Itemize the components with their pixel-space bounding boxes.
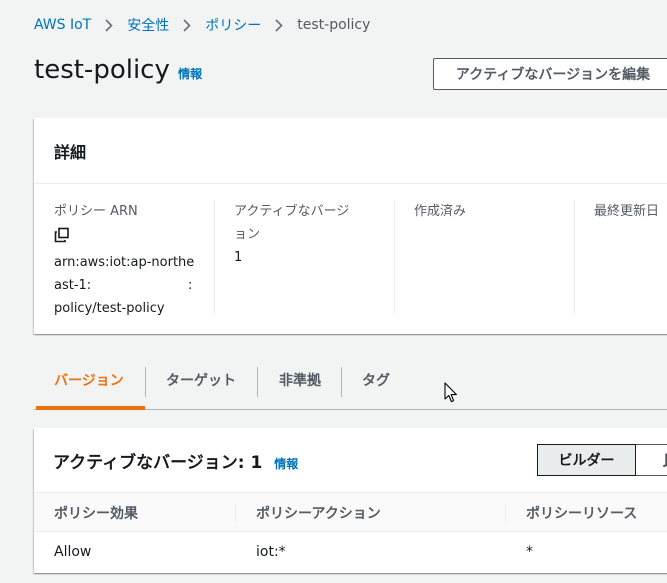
column-divider [574, 200, 575, 314]
breadcrumb-aws-iot[interactable]: AWS IoT [34, 17, 91, 33]
column-header-effect: ポリシー効果 [54, 506, 138, 522]
info-link[interactable]: 情報 [274, 457, 298, 471]
cell-resource: * [526, 544, 533, 560]
active-version-value: 1 [234, 250, 243, 265]
policy-arn-line-1: arn:aws:iot:ap-northe [54, 255, 195, 270]
active-version-title-row: アクティブなバージョン: 1 情報 [53, 448, 298, 473]
edit-active-version-button[interactable]: アクティブなバージョンを編集 [433, 58, 667, 90]
table-header: ポリシー効果 ポリシーアクション ポリシーリソース [34, 492, 667, 532]
mouse-cursor-icon [444, 382, 457, 403]
breadcrumb-policies[interactable]: ポリシー [205, 15, 261, 35]
breadcrumb-current: test-policy [297, 17, 371, 33]
last-updated-column: 最終更新日 [594, 200, 667, 223]
tab-divider [257, 367, 258, 397]
active-version-label-line-1: アクティブなバージ [234, 204, 350, 219]
page-title: test-policy [34, 55, 170, 85]
active-version-panel: アクティブなバージョン: 1 情報 ビルダー J ポリシー効果 ポリシーアクショ… [34, 428, 667, 573]
policy-arn-line-3: policy/test-policy [54, 301, 165, 316]
column-divider [394, 200, 395, 314]
column-header-action: ポリシーアクション [256, 506, 381, 522]
tab-tags[interactable]: タグ [362, 370, 390, 390]
active-tab-indicator [36, 406, 145, 410]
cell-action: iot:* [256, 544, 286, 560]
tab-bar: バージョン ターゲット 非準拠 タグ [34, 360, 667, 410]
json-toggle-button[interactable]: J [636, 444, 667, 476]
tab-non-compliant[interactable]: 非準拠 [279, 370, 321, 390]
info-link[interactable]: 情報 [178, 67, 202, 81]
column-divider [505, 504, 506, 522]
policy-arn-column: ポリシー ARN arn:aws:iot:ap-northe ast-1: : … [54, 200, 214, 320]
breadcrumb: AWS IoT 安全性 ポリシー test-policy [34, 15, 370, 35]
builder-toggle-button[interactable]: ビルダー [537, 444, 636, 476]
created-column: 作成済み [414, 200, 574, 223]
active-version-column: アクティブなバージ ョン 1 [234, 200, 394, 269]
last-updated-label: 最終更新日 [594, 204, 660, 219]
copy-icon[interactable] [54, 227, 70, 245]
cell-effect: Allow [54, 544, 92, 560]
policy-arn-line-2: ast-1: : [54, 274, 214, 297]
created-label: 作成済み [414, 204, 467, 219]
policy-arn-label: ポリシー ARN [54, 204, 138, 219]
breadcrumb-security[interactable]: 安全性 [127, 15, 169, 35]
page-title-row: test-policy 情報 [34, 55, 202, 85]
column-divider [214, 200, 215, 314]
column-header-resource: ポリシーリソース [526, 506, 638, 522]
details-header: 詳細 [34, 118, 667, 184]
tab-divider [341, 367, 342, 397]
chevron-right-icon [105, 18, 113, 32]
details-panel: 詳細 ポリシー ARN arn:aws:iot:ap-northe ast-1:… [34, 118, 667, 334]
column-divider [235, 504, 236, 522]
active-version-label-line-2: ョン [234, 227, 261, 242]
tab-divider [145, 367, 146, 397]
tab-targets[interactable]: ターゲット [166, 370, 236, 390]
chevron-right-icon [183, 18, 191, 32]
tab-versions[interactable]: バージョン [54, 370, 124, 390]
policy-arn-line-2-left: ast-1: [54, 278, 92, 293]
active-version-title: アクティブなバージョン: 1 [53, 453, 263, 473]
policy-arn-line-2-right: : [188, 278, 193, 293]
chevron-right-icon [275, 18, 283, 32]
